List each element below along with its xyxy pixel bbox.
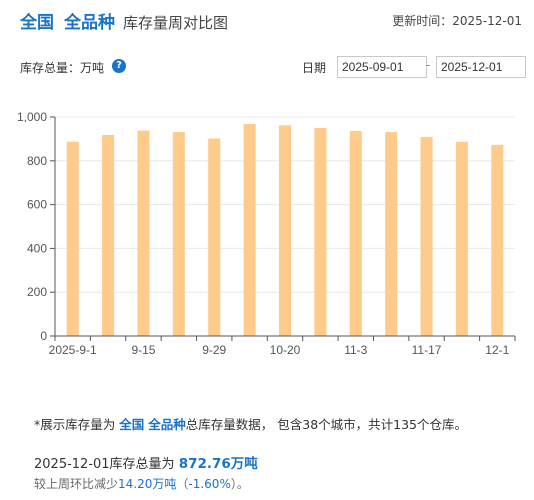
change-prefix: 较上周环比减少 bbox=[34, 477, 119, 491]
note-suffix: 总库存量数据， 包含38个城市，共计135个仓库。 bbox=[185, 417, 468, 432]
weekly-change: 较上周环比减少14.20万吨（-1.60%）。 bbox=[34, 475, 249, 492]
date-label: 日期 bbox=[302, 61, 327, 75]
bar bbox=[66, 141, 79, 336]
scope-region: 全国 bbox=[20, 13, 54, 33]
bar bbox=[349, 131, 362, 336]
x-tick-label: 9-15 bbox=[131, 343, 155, 357]
bar bbox=[278, 125, 292, 337]
x-tick-label: 11-17 bbox=[412, 343, 442, 357]
data-note: *展示库存量为 全国 全品种总库存量数据， 包含38个城市，共计135个仓库。 bbox=[34, 414, 467, 433]
y-tick-label: 400 bbox=[27, 241, 47, 255]
updated-label: 更新时间： bbox=[392, 14, 453, 28]
x-tick-label: 10-20 bbox=[270, 343, 301, 357]
x-tick-label: 9-29 bbox=[202, 343, 226, 357]
updated-value: 2025-12-01 bbox=[452, 14, 522, 28]
bar bbox=[455, 141, 468, 336]
inventory-summary: 2025-12-01库存总量为 872.76万吨 bbox=[34, 452, 258, 472]
scope-category: 全品种 bbox=[64, 13, 115, 33]
note-category: 全品种 bbox=[148, 417, 186, 432]
note-region: 全国 bbox=[119, 417, 145, 432]
bar-chart: 0 200 400 600 800 1,000 2025-9-1 9-15 9-29 10-20 1… bbox=[17, 110, 516, 357]
x-tick-label: 2025-9-1 bbox=[49, 343, 97, 357]
note-prefix: *展示库存量为 bbox=[34, 417, 116, 432]
summary-value: 872.76万吨 bbox=[178, 456, 258, 472]
y-tick-label: 600 bbox=[27, 198, 47, 212]
filter-row: 库存总量：万吨 ? 日期 2025-09-01 - 2025-12-01 bbox=[20, 56, 526, 80]
help-icon[interactable]: ? bbox=[112, 59, 126, 73]
y-tick-label: 200 bbox=[27, 285, 47, 299]
date-separator: - bbox=[426, 58, 431, 72]
start-date-input[interactable]: 2025-09-01 bbox=[337, 56, 427, 78]
x-tick-label: 11-3 bbox=[344, 343, 367, 357]
bar bbox=[420, 136, 433, 336]
scope-title: 全国 全品种 bbox=[20, 13, 115, 33]
x-tick-label: 12-1 bbox=[485, 343, 509, 357]
change-pct: -1.60% bbox=[188, 477, 231, 491]
bar bbox=[137, 130, 150, 336]
bar bbox=[243, 124, 256, 336]
summary-prefix: 2025-12-01库存总量为 bbox=[34, 457, 175, 472]
bar bbox=[314, 127, 327, 336]
bars bbox=[66, 124, 504, 337]
bar bbox=[172, 132, 185, 336]
end-date-input[interactable]: 2025-12-01 bbox=[436, 56, 526, 78]
axes: 0 200 400 600 800 1,000 2025-9-1 9-15 9-29 10-20 1… bbox=[17, 110, 516, 357]
bar bbox=[102, 134, 115, 336]
y-tick-label: 1,000 bbox=[17, 110, 47, 124]
bar bbox=[208, 138, 221, 336]
change-pct-close: ）。 bbox=[230, 477, 249, 491]
header: 全国 全品种 库存量周对比图 更新时间：2025-12-01 bbox=[20, 8, 522, 36]
chart-title: 库存量周对比图 bbox=[123, 14, 229, 32]
y-tick-label: 800 bbox=[27, 154, 47, 168]
change-pct-open: （ bbox=[176, 477, 189, 491]
updated-time: 更新时间：2025-12-01 bbox=[392, 12, 522, 29]
y-tick-label: 0 bbox=[40, 329, 47, 343]
change-value: 14.20万吨 bbox=[118, 477, 177, 491]
unit-label: 库存总量：万吨 bbox=[20, 61, 105, 75]
bar bbox=[491, 144, 504, 336]
bar bbox=[385, 132, 398, 336]
